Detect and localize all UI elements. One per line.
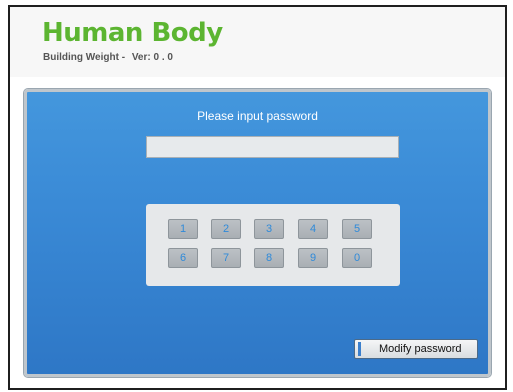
number-keypad: 1 2 3 4 5 6 7 8 9 0 [146, 204, 400, 286]
key-4-button[interactable]: 4 [298, 219, 328, 239]
app-subtitle-text: Building Weight - [43, 52, 126, 63]
modify-password-button[interactable]: Modify password [354, 339, 478, 359]
key-6-button[interactable]: 6 [168, 248, 198, 268]
key-8-button[interactable]: 8 [254, 248, 284, 268]
key-3-button[interactable]: 3 [254, 219, 284, 239]
app-header: Human Body Building Weight - Ver: 0 . 0 [10, 7, 505, 77]
key-7-button[interactable]: 7 [211, 248, 241, 268]
password-prompt: Please input password [197, 109, 318, 123]
key-2-button[interactable]: 2 [211, 219, 241, 239]
app-window: Human Body Building Weight - Ver: 0 . 0 … [8, 5, 507, 390]
key-5-button[interactable]: 5 [342, 219, 372, 239]
version-label: Ver: 0 . 0 [131, 52, 173, 63]
key-0-button[interactable]: 0 [342, 248, 372, 268]
key-9-button[interactable]: 9 [298, 248, 328, 268]
app-subtitle: Building Weight - Ver: 0 . 0 [43, 52, 173, 64]
password-input[interactable] [146, 136, 399, 158]
button-accent-bar [358, 342, 361, 356]
modify-password-label: Modify password [379, 343, 462, 355]
password-panel: Please input password 1 2 3 4 5 6 7 8 9 … [24, 89, 491, 377]
key-1-button[interactable]: 1 [168, 219, 198, 239]
app-title: Human Body [42, 18, 223, 48]
